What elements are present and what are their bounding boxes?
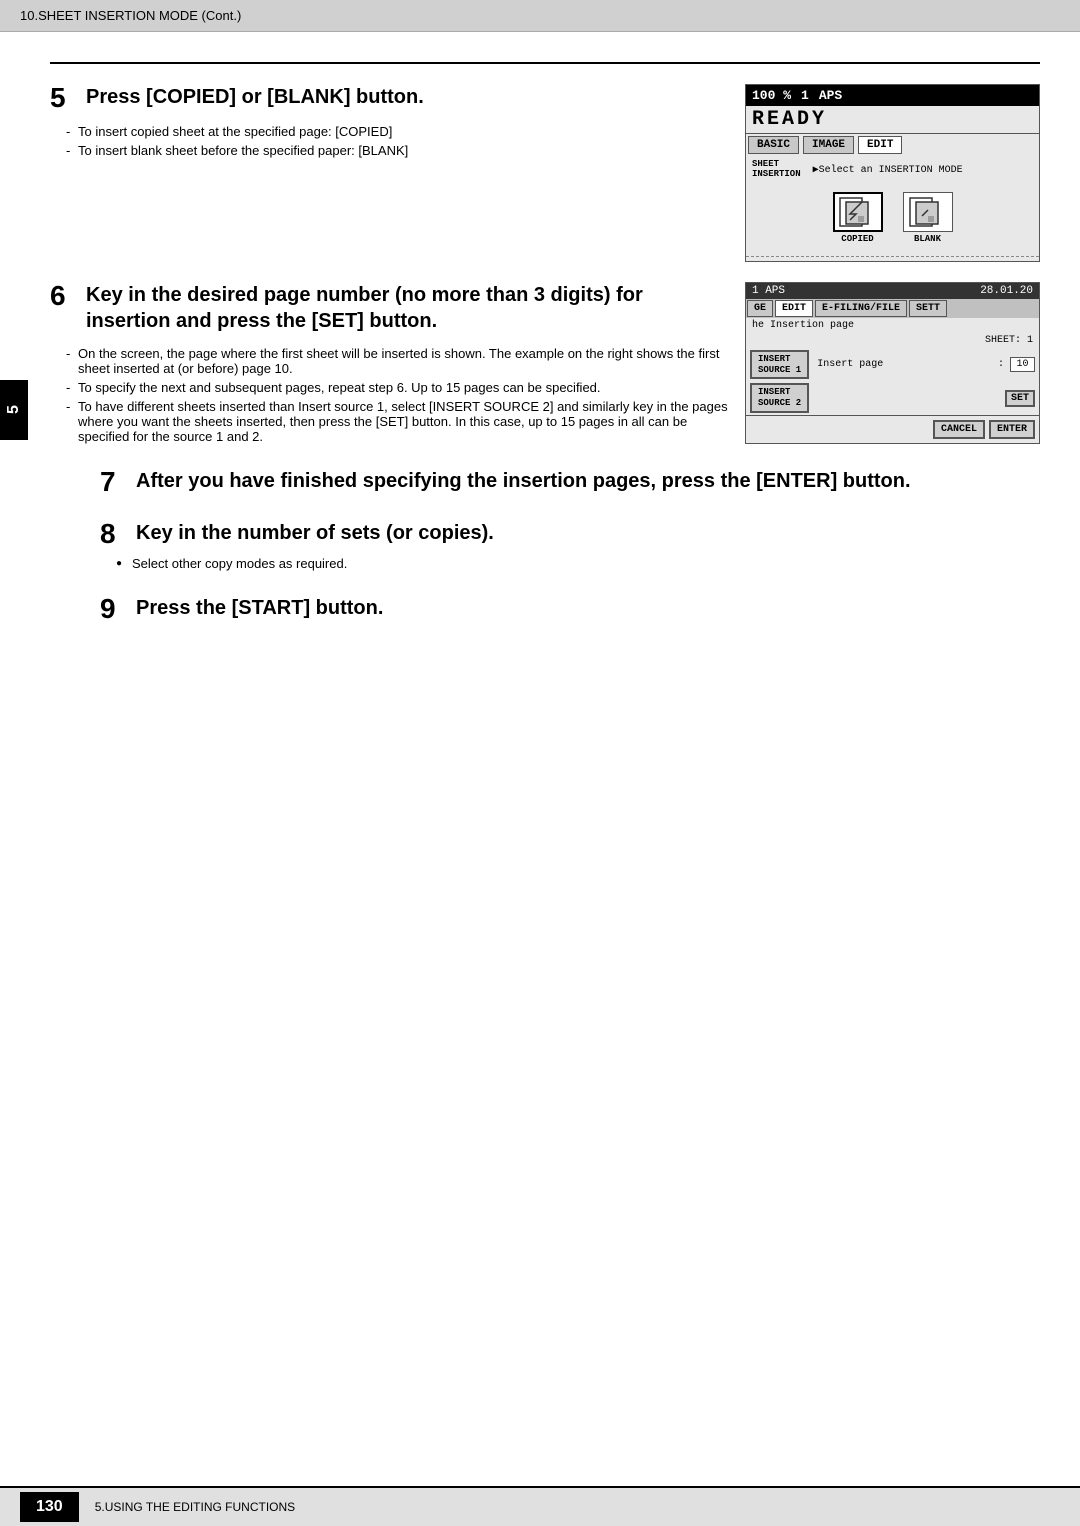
insert-source1-button[interactable]: INSERT SOURCE 1 (750, 350, 809, 380)
panel2-source2-row: INSERT SOURCE 2 SET (746, 381, 1039, 415)
step5-title: Press [COPIED] or [BLANK] button. (86, 84, 424, 110)
panel1-tabs: BASIC IMAGE EDIT (746, 133, 1039, 156)
panel1-header: 100 % 1 APS (746, 85, 1039, 106)
panel1-divider (746, 256, 1039, 257)
section-divider (50, 62, 1040, 64)
step9-title: Press the [START] button. (136, 595, 383, 621)
step6-panel: 1 APS 28.01.20 GE EDIT E-FILING/FILE SET… (745, 282, 1040, 444)
step5-content: 5 Press [COPIED] or [BLANK] button. To i… (50, 84, 745, 162)
footer-text: 5.USING THE EDITING FUNCTIONS (95, 1500, 295, 1514)
page-footer: 130 5.USING THE EDITING FUNCTIONS (0, 1486, 1080, 1526)
panel1-tab-image[interactable]: IMAGE (803, 136, 854, 154)
step6-section: 6 Key in the desired page number (no mor… (50, 282, 1040, 448)
panel2-sheet-row: SHEET: 1 (746, 333, 1039, 348)
panel1-num: 1 (801, 88, 809, 103)
panel2-insertion-label: he Insertion page (746, 318, 1039, 333)
step5-number: 5 (50, 84, 78, 112)
panel2-tab-efiling[interactable]: E-FILING/FILE (815, 300, 907, 317)
panel1-ready: READY (746, 106, 1039, 133)
step9-number: 9 (100, 595, 128, 623)
panel1-aps: APS (819, 88, 842, 103)
step6-bullet-2: To specify the next and subsequent pages… (66, 380, 729, 395)
step7-title: After you have finished specifying the i… (136, 468, 911, 494)
step5-bullet-1: To insert copied sheet at the specified … (66, 124, 729, 139)
step5-heading: 5 Press [COPIED] or [BLANK] button. (50, 84, 729, 112)
panel1-percent: 100 % (752, 88, 791, 103)
panel2-tab-sett[interactable]: SETT (909, 300, 947, 317)
sidebar-tab-label: 5 (5, 406, 23, 415)
step6-bullet-1: On the screen, the page where the first … (66, 346, 729, 376)
panel2-header-right: 28.01.20 (980, 285, 1033, 297)
step7-number: 7 (100, 468, 128, 496)
sidebar-chapter-tab: 5 (0, 380, 28, 440)
step6-heading: 6 Key in the desired page number (no mor… (50, 282, 729, 334)
copied-icon[interactable] (833, 192, 883, 232)
panel1-select-label: ▶Select an INSERTION MODE (813, 164, 963, 176)
blank-svg (908, 196, 948, 228)
panel1-icons-row: COPIED BLANK (746, 184, 1039, 252)
insert-page-colon: : (998, 359, 1004, 370)
step5-section: 5 Press [COPIED] or [BLANK] button. To i… (50, 84, 1040, 262)
step7-section: 7 After you have finished specifying the… (50, 468, 1040, 496)
panel2: 1 APS 28.01.20 GE EDIT E-FILING/FILE SET… (745, 282, 1040, 444)
insert-page-label: Insert page (813, 359, 994, 370)
step5-bullets: To insert copied sheet at the specified … (50, 124, 729, 158)
panel2-sheet-label: SHEET: 1 (985, 335, 1033, 346)
panel1: 100 % 1 APS READY BASIC IMAGE EDIT SHEET… (745, 84, 1040, 262)
panel2-header: 1 APS 28.01.20 (746, 283, 1039, 299)
blank-icon-block: BLANK (903, 192, 953, 244)
step6-bullet-3: To have different sheets inserted than I… (66, 399, 729, 444)
step9-section: 9 Press the [START] button. (50, 595, 1040, 623)
panel2-source1-row: INSERT SOURCE 1 Insert page : 10 (746, 348, 1039, 382)
step8-number: 8 (100, 520, 128, 548)
panel1-sheet-label: SHEET INSERTION (752, 160, 801, 180)
panel2-header-left: 1 APS (752, 285, 785, 297)
step5-panel: 100 % 1 APS READY BASIC IMAGE EDIT SHEET… (745, 84, 1040, 262)
step7-heading: 7 After you have finished specifying the… (100, 468, 1040, 496)
copied-icon-block: COPIED (833, 192, 883, 244)
step6-number: 6 (50, 282, 78, 310)
step8-heading: 8 Key in the number of sets (or copies). (100, 520, 1040, 548)
step9-heading: 9 Press the [START] button. (100, 595, 1040, 623)
copied-label: COPIED (841, 234, 873, 244)
page-header: 10.SHEET INSERTION MODE (Cont.) (0, 0, 1080, 32)
blank-icon[interactable] (903, 192, 953, 232)
header-text: 10.SHEET INSERTION MODE (Cont.) (20, 8, 241, 23)
set-button[interactable]: SET (1005, 390, 1035, 407)
panel1-tab-basic[interactable]: BASIC (748, 136, 799, 154)
insert-page-value[interactable]: 10 (1010, 357, 1035, 372)
cancel-button[interactable]: CANCEL (933, 420, 985, 439)
insert-source2-button[interactable]: INSERT SOURCE 2 (750, 383, 809, 413)
step8-section: 8 Key in the number of sets (or copies).… (50, 520, 1040, 571)
panel2-tab-edit[interactable]: EDIT (775, 300, 813, 317)
step8-bullet-1: Select other copy modes as required. (116, 556, 1040, 571)
step6-title: Key in the desired page number (no more … (86, 282, 729, 334)
main-content: 5 Press [COPIED] or [BLANK] button. To i… (0, 32, 1080, 667)
enter-button[interactable]: ENTER (989, 420, 1035, 439)
panel2-tabs: GE EDIT E-FILING/FILE SETT (746, 299, 1039, 318)
panel2-tab-ge[interactable]: GE (747, 300, 773, 317)
panel1-tab-edit[interactable]: EDIT (858, 136, 902, 154)
copied-svg (838, 196, 878, 228)
footer-page-number: 130 (20, 1492, 79, 1522)
step8-title: Key in the number of sets (or copies). (136, 520, 494, 546)
step6-bullets: On the screen, the page where the first … (50, 346, 729, 444)
panel2-bottom-buttons: CANCEL ENTER (746, 415, 1039, 443)
step6-content: 6 Key in the desired page number (no mor… (50, 282, 745, 448)
step8-bullets: Select other copy modes as required. (100, 556, 1040, 571)
blank-label: BLANK (914, 234, 941, 244)
step5-bullet-2: To insert blank sheet before the specifi… (66, 143, 729, 158)
panel1-insertion-row: SHEET INSERTION ▶Select an INSERTION MOD… (746, 156, 1039, 184)
